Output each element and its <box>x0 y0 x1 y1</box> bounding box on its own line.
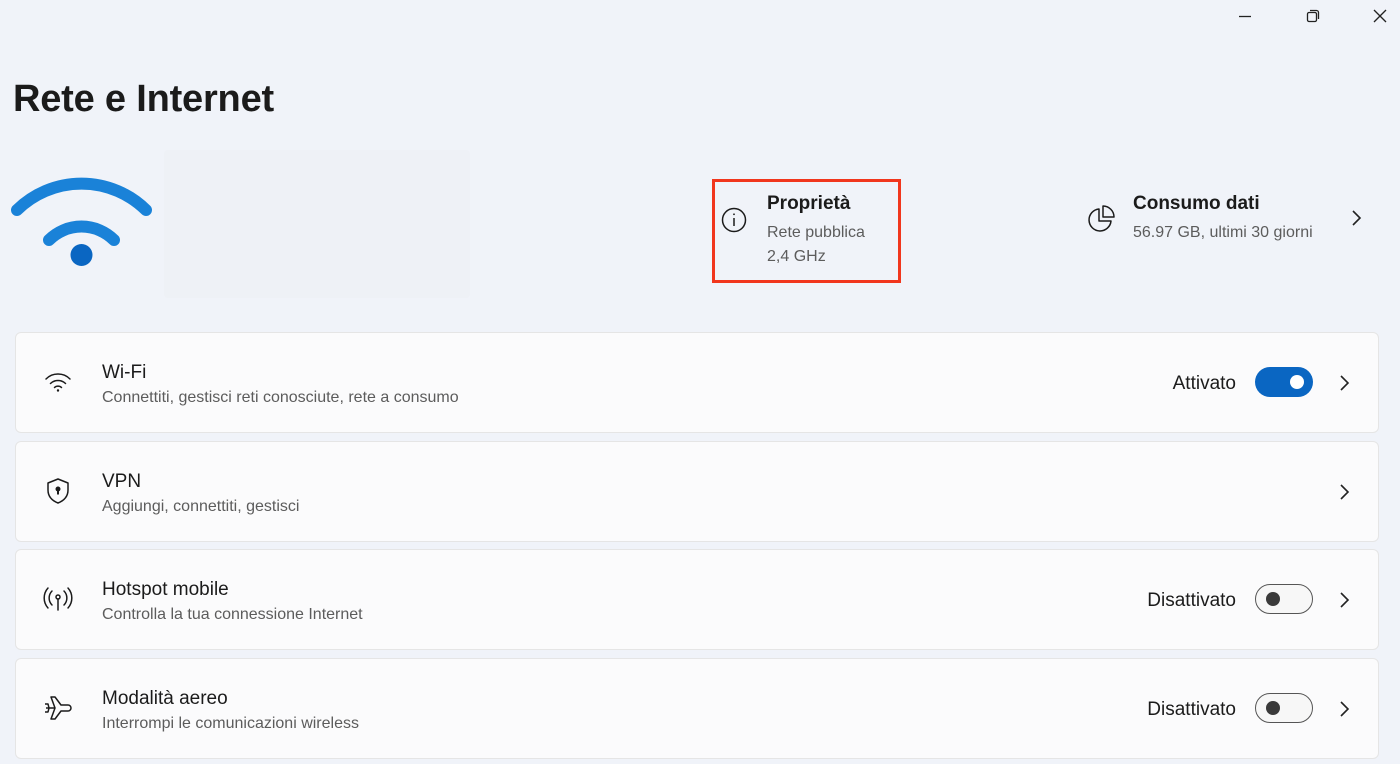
wifi-icon <box>43 367 73 397</box>
row-title: Hotspot mobile <box>102 579 229 600</box>
chevron-right-icon <box>1336 590 1352 615</box>
chevron-right-icon <box>1348 208 1364 233</box>
airplane-mode-toggle[interactable] <box>1255 693 1313 723</box>
network-name-panel <box>164 150 470 298</box>
shield-lock-icon <box>43 476 73 506</box>
settings-row-wifi[interactable]: Wi-Fi Connettiti, gestisci reti conosciu… <box>15 332 1379 433</box>
row-status: Attivato <box>1172 373 1236 394</box>
hotspot-icon <box>43 584 73 614</box>
toggle-knob <box>1266 701 1280 715</box>
settings-row-airplane-mode[interactable]: Modalità aereo Interrompi le comunicazio… <box>15 658 1379 759</box>
properties-title: Proprietà <box>767 193 851 214</box>
row-status: Disattivato <box>1147 699 1236 720</box>
close-button[interactable] <box>1350 0 1400 32</box>
close-icon <box>1373 9 1387 23</box>
data-usage-summary: 56.97 GB, ultimi 30 giorni <box>1133 224 1313 241</box>
wifi-toggle[interactable] <box>1255 367 1313 397</box>
restore-icon <box>1306 9 1320 23</box>
settings-row-vpn[interactable]: VPN Aggiungi, connettiti, gestisci <box>15 441 1379 542</box>
row-title: VPN <box>102 471 142 492</box>
band-label: 2,4 GHz <box>767 248 826 265</box>
chevron-right-icon <box>1336 699 1352 724</box>
row-subtitle: Connettiti, gestisci reti conosciute, re… <box>102 389 459 406</box>
row-subtitle: Aggiungi, connettiti, gestisci <box>102 498 300 515</box>
restore-button[interactable] <box>1283 0 1343 32</box>
settings-row-hotspot[interactable]: Hotspot mobile Controlla la tua connessi… <box>15 549 1379 650</box>
network-type-label: Rete pubblica <box>767 224 865 241</box>
chevron-right-icon <box>1336 373 1352 398</box>
minimize-button[interactable] <box>1215 0 1275 32</box>
airplane-icon <box>43 693 73 723</box>
data-usage-title: Consumo dati <box>1133 193 1260 214</box>
info-icon <box>720 206 748 239</box>
hotspot-toggle[interactable] <box>1255 584 1313 614</box>
minimize-icon <box>1239 15 1251 18</box>
row-subtitle: Controlla la tua connessione Internet <box>102 606 363 623</box>
wifi-signal-icon <box>10 165 155 275</box>
row-subtitle: Interrompi le comunicazioni wireless <box>102 715 359 732</box>
toggle-knob <box>1290 375 1304 389</box>
toggle-knob <box>1266 592 1280 606</box>
chevron-right-icon <box>1336 482 1352 507</box>
row-status: Disattivato <box>1147 590 1236 611</box>
row-title: Modalità aereo <box>102 688 228 709</box>
row-title: Wi-Fi <box>102 362 147 383</box>
page-title: Rete e Internet <box>13 78 274 120</box>
pie-chart-icon <box>1086 204 1116 239</box>
